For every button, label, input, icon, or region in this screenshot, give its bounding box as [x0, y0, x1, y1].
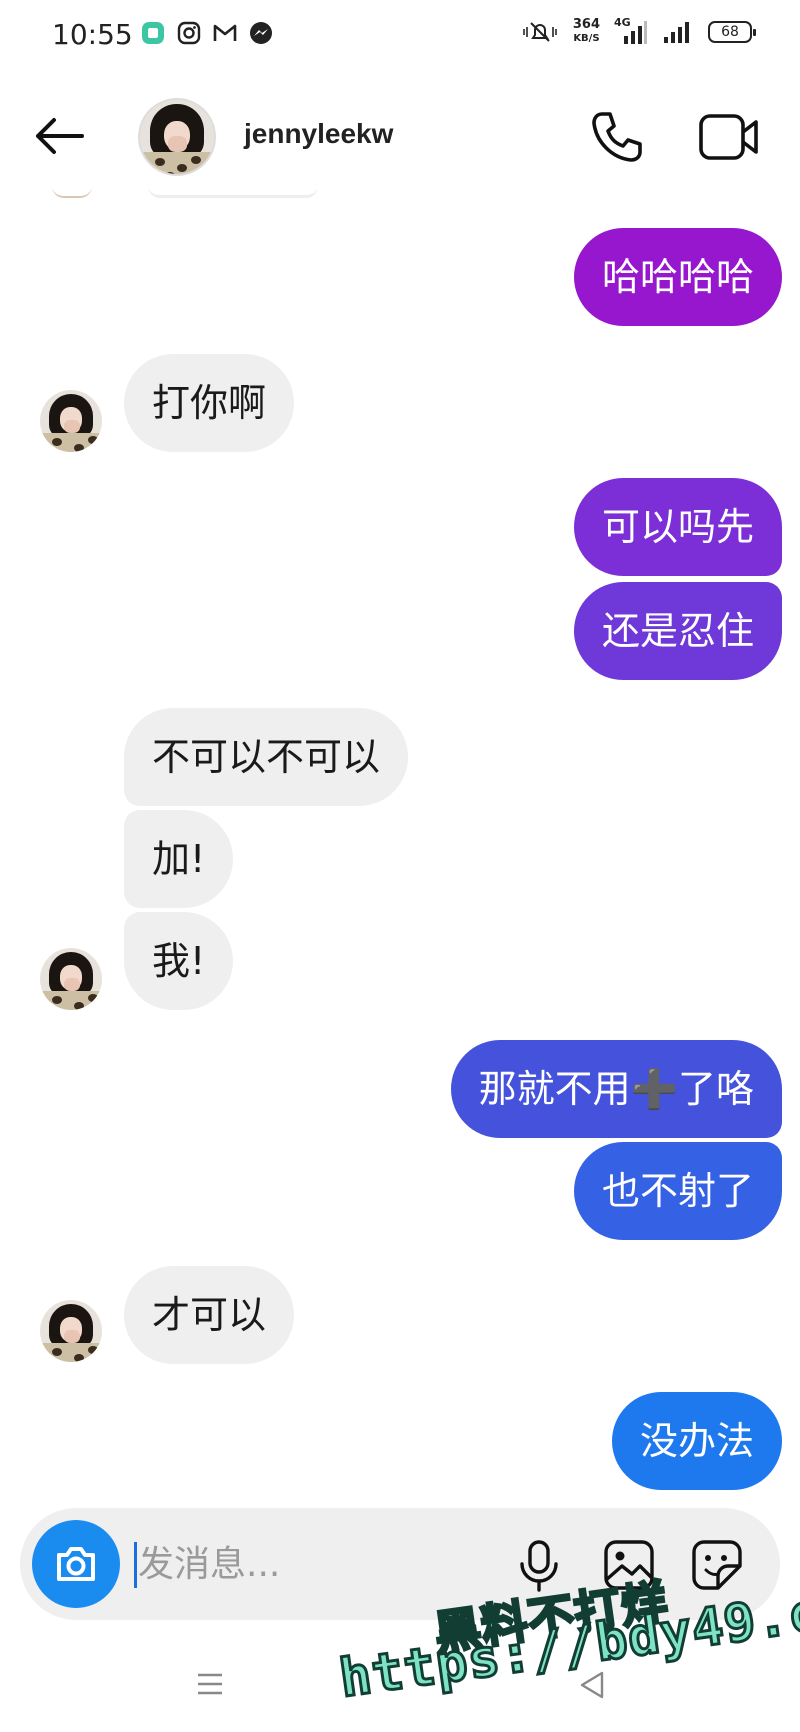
mobile-signal-4g: 4G — [614, 16, 648, 46]
message-incoming[interactable]: 我! — [124, 912, 234, 1010]
network-speed-unit: KB/S — [573, 33, 600, 44]
gmail-icon — [213, 24, 237, 41]
message-outgoing[interactable]: 也不射了 — [573, 1142, 782, 1240]
camera-button[interactable] — [32, 1520, 120, 1608]
sender-avatar[interactable] — [40, 1300, 102, 1362]
message-outgoing[interactable]: 那就不用➕了咯 — [450, 1040, 782, 1138]
video-camera-icon[interactable] — [698, 110, 760, 164]
camera-icon — [57, 1547, 95, 1581]
instagram-icon — [177, 21, 201, 45]
message-incoming[interactable]: 不可以不可以 — [124, 708, 409, 806]
signal-bars-icon-2 — [664, 22, 689, 43]
phone-icon[interactable] — [588, 108, 646, 166]
message-outgoing[interactable]: 没办法 — [611, 1392, 782, 1490]
mute-bell-icon — [523, 22, 557, 42]
sticker-icon[interactable] — [688, 1536, 746, 1594]
network-type: 4G — [614, 16, 631, 29]
chat-header: jennyleekw — [0, 84, 800, 188]
sender-avatar[interactable] — [40, 948, 102, 1010]
nav-menu-icon[interactable] — [196, 1672, 224, 1696]
status-right: 364 KB/S 4G 68 — [521, 16, 756, 46]
battery-level: 68 — [721, 24, 739, 40]
app-notification-icon — [142, 22, 164, 44]
message-incoming[interactable]: 才可以 — [124, 1266, 295, 1364]
battery-indicator: 68 — [708, 21, 756, 43]
message-incoming[interactable]: 加! — [124, 810, 234, 908]
notification-icons — [140, 20, 274, 46]
sender-avatar[interactable] — [40, 390, 102, 452]
status-time: 10:55 — [52, 18, 133, 51]
message-outgoing[interactable]: 哈哈哈哈 — [573, 228, 782, 326]
message-input[interactable] — [138, 1538, 438, 1590]
network-speed-value: 364 — [572, 17, 600, 32]
message-incoming[interactable]: 打你啊 — [124, 354, 295, 452]
text-caret — [134, 1542, 137, 1588]
status-bar: 10:55 364 KB/S 4G 68 — [0, 0, 800, 72]
message-outgoing[interactable]: 可以吗先 — [573, 478, 782, 576]
message-outgoing[interactable]: 还是忍住 — [573, 582, 782, 680]
messenger-icon — [250, 22, 272, 44]
network-speed: 364 KB/S — [573, 18, 600, 46]
contact-avatar[interactable] — [138, 98, 216, 176]
back-arrow-icon[interactable] — [32, 114, 86, 158]
contact-username[interactable]: jennyleekw — [244, 118, 393, 150]
